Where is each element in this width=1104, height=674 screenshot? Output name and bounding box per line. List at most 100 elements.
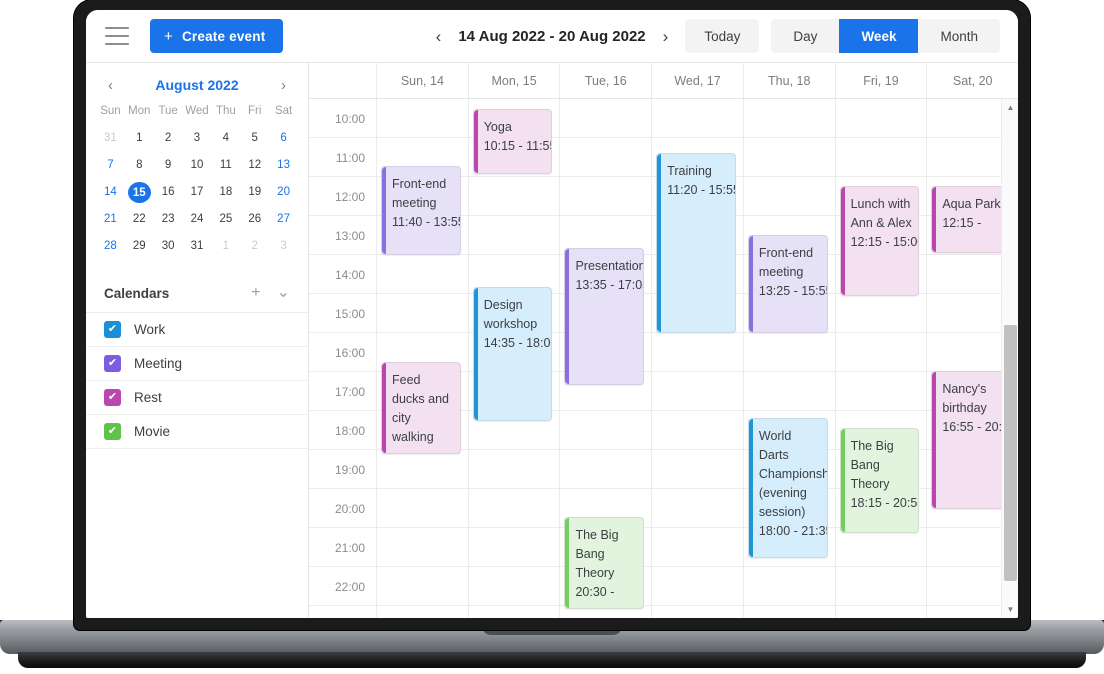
- mini-day-cell[interactable]: 5: [240, 128, 269, 149]
- hour-cell[interactable]: [744, 606, 835, 618]
- hour-cell[interactable]: [743, 99, 835, 138]
- mini-day-cell[interactable]: 29: [125, 236, 154, 257]
- mini-day-cell[interactable]: 10: [183, 155, 212, 176]
- day-column-mon[interactable]: Yoga 10:15 - 11:55 Design workshop 14:35 - …: [468, 99, 561, 618]
- calendar-event[interactable]: Feed ducks and city walking: [381, 362, 461, 454]
- hour-cell[interactable]: [377, 606, 468, 618]
- hour-cell[interactable]: [835, 567, 927, 606]
- mini-day-cell[interactable]: 3: [183, 128, 212, 149]
- mini-day-cell[interactable]: 1: [211, 236, 240, 257]
- calendar-list-item[interactable]: ✔ Movie: [86, 415, 308, 449]
- hour-cell[interactable]: [652, 489, 743, 528]
- day-header-sat[interactable]: Sat, 20: [927, 63, 1018, 98]
- hour-cell[interactable]: [652, 372, 743, 411]
- day-column-thu[interactable]: Front-end meeting 13:25 - 15:55 World Dart…: [743, 99, 836, 618]
- mini-day-cell[interactable]: 16: [154, 182, 183, 203]
- calendar-event[interactable]: Lunch with Ann & Alex 12:15 - 15:00: [839, 186, 920, 296]
- calendar-event[interactable]: Training 11:20 - 15:55: [656, 153, 736, 333]
- vertical-scrollbar[interactable]: ▲ ▼: [1001, 99, 1018, 618]
- hour-cell[interactable]: [377, 294, 468, 333]
- mini-day-cell[interactable]: 19: [240, 182, 269, 203]
- day-header-wed[interactable]: Wed, 17: [652, 63, 744, 98]
- view-month-button[interactable]: Month: [918, 19, 1000, 53]
- hour-cell[interactable]: [377, 99, 468, 138]
- calendar-event[interactable]: Nancy's birthday 16:55 - 20:25: [931, 371, 1012, 509]
- next-week-icon[interactable]: ›: [660, 26, 672, 47]
- day-header-fri[interactable]: Fri, 19: [836, 63, 928, 98]
- hour-cell[interactable]: [652, 411, 743, 450]
- hour-cell[interactable]: [468, 567, 560, 606]
- view-day-button[interactable]: Day: [771, 19, 839, 53]
- mini-day-cell[interactable]: 3: [269, 236, 298, 257]
- mini-day-selected[interactable]: 15: [127, 182, 151, 203]
- hour-cell[interactable]: [560, 99, 652, 138]
- mini-day-cell[interactable]: 18: [211, 182, 240, 203]
- hour-cell[interactable]: [652, 567, 743, 606]
- mini-day-cell[interactable]: 30: [154, 236, 183, 257]
- calendar-list-item[interactable]: ✔ Rest: [86, 381, 308, 415]
- mini-day-cell[interactable]: 7: [96, 155, 125, 176]
- mini-day-cell[interactable]: 23: [154, 209, 183, 230]
- hour-cell[interactable]: [743, 138, 835, 177]
- calendar-event[interactable]: Yoga 10:15 - 11:55: [472, 109, 553, 174]
- calendar-event[interactable]: Design workshop 14:35 - 18:00: [472, 287, 553, 421]
- calendar-event[interactable]: Aqua Park 12:15 -: [931, 186, 1012, 253]
- hour-cell[interactable]: [377, 450, 468, 489]
- view-week-button[interactable]: Week: [839, 19, 919, 53]
- hour-cell[interactable]: [377, 528, 468, 567]
- mini-day-cell[interactable]: 31: [96, 128, 125, 149]
- mini-day-cell[interactable]: 25: [211, 209, 240, 230]
- hamburger-icon[interactable]: [105, 27, 129, 45]
- hour-cell[interactable]: [560, 138, 652, 177]
- hour-cell[interactable]: [652, 333, 743, 372]
- hour-cell[interactable]: [652, 450, 743, 489]
- calendar-event[interactable]: The Big Bang Theory 18:15 - 20:55: [839, 428, 920, 533]
- mini-day-cell[interactable]: 11: [211, 155, 240, 176]
- create-event-button[interactable]: + Create event: [150, 19, 284, 53]
- hour-cell[interactable]: [743, 333, 835, 372]
- hour-cell[interactable]: [377, 489, 468, 528]
- mini-day-cell[interactable]: 26: [240, 209, 269, 230]
- hour-cell[interactable]: [835, 333, 927, 372]
- hour-cell[interactable]: [835, 99, 927, 138]
- mini-day-cell[interactable]: 12: [240, 155, 269, 176]
- hour-cell[interactable]: [835, 138, 927, 177]
- hour-cell[interactable]: [468, 216, 560, 255]
- hour-cell[interactable]: [835, 294, 927, 333]
- calendar-list-item[interactable]: ✔ Meeting: [86, 347, 308, 381]
- calendar-event[interactable]: World Darts Championship (evening sessio…: [747, 418, 828, 558]
- calendar-event[interactable]: Front-end meeting 13:25 - 15:55: [747, 235, 828, 333]
- prev-week-icon[interactable]: ‹: [433, 26, 445, 47]
- checkbox-icon[interactable]: ✔: [104, 355, 121, 372]
- mini-day-cell[interactable]: 2: [240, 236, 269, 257]
- calendar-event[interactable]: Front-end meeting 11:40 - 13:55: [381, 166, 461, 255]
- scrollbar-thumb[interactable]: [1004, 325, 1017, 581]
- chevron-down-icon[interactable]: ⌄: [277, 285, 290, 301]
- mini-day-cell[interactable]: 22: [125, 209, 154, 230]
- checkbox-icon[interactable]: ✔: [104, 389, 121, 406]
- checkbox-icon[interactable]: ✔: [104, 423, 121, 440]
- checkbox-icon[interactable]: ✔: [104, 321, 121, 338]
- mini-day-cell[interactable]: 1: [125, 128, 154, 149]
- day-header-thu[interactable]: Thu, 18: [744, 63, 836, 98]
- hour-cell[interactable]: [652, 606, 743, 618]
- hour-cell[interactable]: [743, 177, 835, 216]
- mini-day-cell[interactable]: 4: [211, 128, 240, 149]
- hour-cell[interactable]: [468, 528, 560, 567]
- mini-day-cell[interactable]: 17: [183, 182, 212, 203]
- day-header-tue[interactable]: Tue, 16: [560, 63, 653, 98]
- scroll-down-icon[interactable]: ▼: [1002, 602, 1018, 617]
- hour-cell[interactable]: [468, 177, 560, 216]
- mini-day-cell[interactable]: 9: [154, 155, 183, 176]
- day-column-fri[interactable]: Lunch with Ann & Alex 12:15 - 15:00 The Bi…: [835, 99, 928, 618]
- day-column-sun[interactable]: Front-end meeting 11:40 - 13:55 Feed ducks…: [377, 99, 469, 618]
- day-header-mon[interactable]: Mon, 15: [469, 63, 561, 98]
- day-column-tue[interactable]: Presentation 13:35 - 17:05 The Big Bang Th…: [560, 99, 653, 618]
- hour-cell[interactable]: [560, 177, 652, 216]
- hour-cell[interactable]: [652, 528, 743, 567]
- hour-cell[interactable]: [836, 606, 927, 618]
- mini-day-cell[interactable]: 6: [269, 128, 298, 149]
- hour-cell[interactable]: [835, 372, 927, 411]
- hour-cell[interactable]: [560, 411, 652, 450]
- mini-day-cell[interactable]: 24: [183, 209, 212, 230]
